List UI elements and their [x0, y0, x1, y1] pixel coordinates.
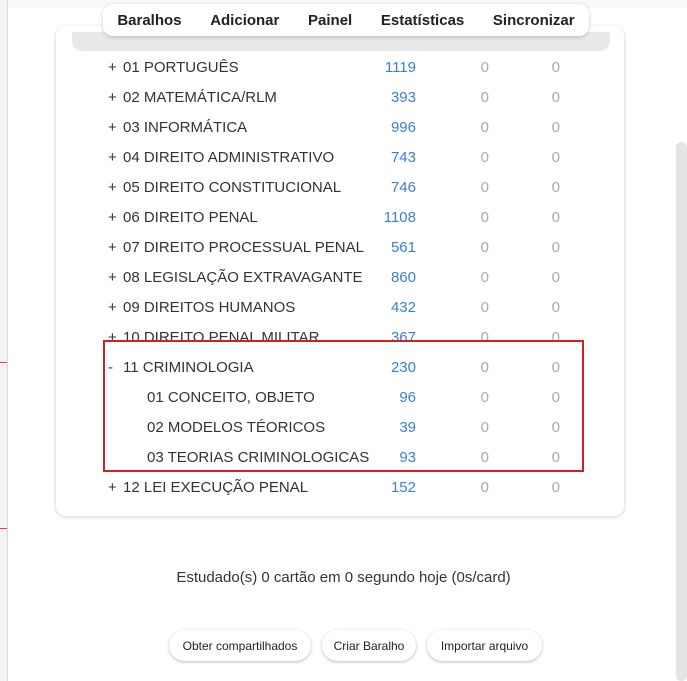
expand-toggle[interactable]: + [108, 59, 117, 76]
deck-name[interactable]: 01 PORTUGUÊS [123, 59, 239, 76]
due-count: 0 [551, 209, 560, 226]
due-count: 0 [551, 239, 560, 256]
new-count[interactable]: 152 [356, 479, 416, 496]
learn-count: 0 [480, 89, 489, 106]
deck-name[interactable]: 02 MATEMÁTICA/RLM [123, 89, 277, 106]
deck-row[interactable]: +07 DIREITO PROCESSUAL PENAL 561 0 0 [0, 232, 687, 262]
new-count[interactable]: 432 [356, 299, 416, 316]
learn-count: 0 [480, 479, 489, 496]
deck-name[interactable]: 09 DIREITOS HUMANOS [123, 299, 295, 316]
new-count[interactable]: 561 [356, 239, 416, 256]
highlight-box [103, 340, 584, 472]
expand-toggle[interactable]: + [108, 89, 117, 106]
due-count: 0 [551, 179, 560, 196]
learn-count: 0 [480, 299, 489, 316]
create-deck-button[interactable]: Criar Baralho [322, 630, 416, 661]
deck-row[interactable]: +08 LEGISLAÇÃO EXTRAVAGANTE 860 0 0 [0, 262, 687, 292]
due-count: 0 [551, 299, 560, 316]
new-count[interactable]: 1108 [356, 209, 416, 226]
toolbar-sync[interactable]: Sincronizar [493, 12, 575, 29]
expand-toggle[interactable]: + [108, 479, 117, 496]
deck-name[interactable]: 03 INFORMÁTICA [123, 119, 247, 136]
deck-row[interactable]: +09 DIREITOS HUMANOS 432 0 0 [0, 292, 687, 322]
deck-name[interactable]: 06 DIREITO PENAL [123, 209, 258, 226]
due-count: 0 [551, 59, 560, 76]
edge-mark [0, 528, 7, 529]
deck-name[interactable]: 12 LEI EXECUÇÃO PENAL [123, 479, 308, 496]
learn-count: 0 [480, 209, 489, 226]
toolbar-add[interactable]: Adicionar [210, 12, 279, 29]
due-count: 0 [551, 269, 560, 286]
deck-row[interactable]: +03 INFORMÁTICA 996 0 0 [0, 112, 687, 142]
new-count[interactable]: 996 [356, 119, 416, 136]
learn-count: 0 [480, 269, 489, 286]
learn-count: 0 [480, 119, 489, 136]
learn-count: 0 [480, 149, 489, 166]
learn-count: 0 [480, 59, 489, 76]
deck-row[interactable]: +05 DIREITO CONSTITUCIONAL 746 0 0 [0, 172, 687, 202]
deck-row[interactable]: +02 MATEMÁTICA/RLM 393 0 0 [0, 82, 687, 112]
expand-toggle[interactable]: + [108, 269, 117, 286]
deck-row[interactable]: +12 LEI EXECUÇÃO PENAL 152 0 0 [0, 472, 687, 502]
new-count[interactable]: 743 [356, 149, 416, 166]
deck-row[interactable]: +01 PORTUGUÊS 1119 0 0 [0, 52, 687, 82]
expand-toggle[interactable]: + [108, 179, 117, 196]
due-count: 0 [551, 149, 560, 166]
due-count: 0 [551, 89, 560, 106]
expand-toggle[interactable]: + [108, 299, 117, 316]
learn-count: 0 [480, 239, 489, 256]
due-count: 0 [551, 479, 560, 496]
deck-row[interactable]: +04 DIREITO ADMINISTRATIVO 743 0 0 [0, 142, 687, 172]
deck-name[interactable]: 08 LEGISLAÇÃO EXTRAVAGANTE [123, 269, 363, 286]
get-shared-button[interactable]: Obter compartilhados [169, 630, 311, 661]
expand-toggle[interactable]: + [108, 149, 117, 166]
studied-today-text: Estudado(s) 0 cartão em 0 segundo hoje (… [176, 569, 511, 586]
expand-toggle[interactable]: + [108, 119, 117, 136]
deck-name[interactable]: 04 DIREITO ADMINISTRATIVO [123, 149, 334, 166]
deck-name[interactable]: 07 DIREITO PROCESSUAL PENAL [123, 239, 364, 256]
toolbar-decks[interactable]: Baralhos [117, 12, 181, 29]
expand-toggle[interactable]: + [108, 239, 117, 256]
learn-count: 0 [480, 179, 489, 196]
new-count[interactable]: 1119 [356, 59, 416, 76]
expand-toggle[interactable]: + [108, 209, 117, 226]
new-count[interactable]: 746 [356, 179, 416, 196]
due-count: 0 [551, 119, 560, 136]
new-count[interactable]: 860 [356, 269, 416, 286]
toolbar-browse[interactable]: Painel [308, 12, 352, 29]
toolbar-stats[interactable]: Estatísticas [381, 12, 464, 29]
import-file-button[interactable]: Importar arquivo [427, 630, 542, 661]
new-count[interactable]: 393 [356, 89, 416, 106]
deck-row[interactable]: +06 DIREITO PENAL 1108 0 0 [0, 202, 687, 232]
top-toolbar: Baralhos Adicionar Painel Estatísticas S… [103, 4, 589, 36]
deck-name[interactable]: 05 DIREITO CONSTITUCIONAL [123, 179, 341, 196]
